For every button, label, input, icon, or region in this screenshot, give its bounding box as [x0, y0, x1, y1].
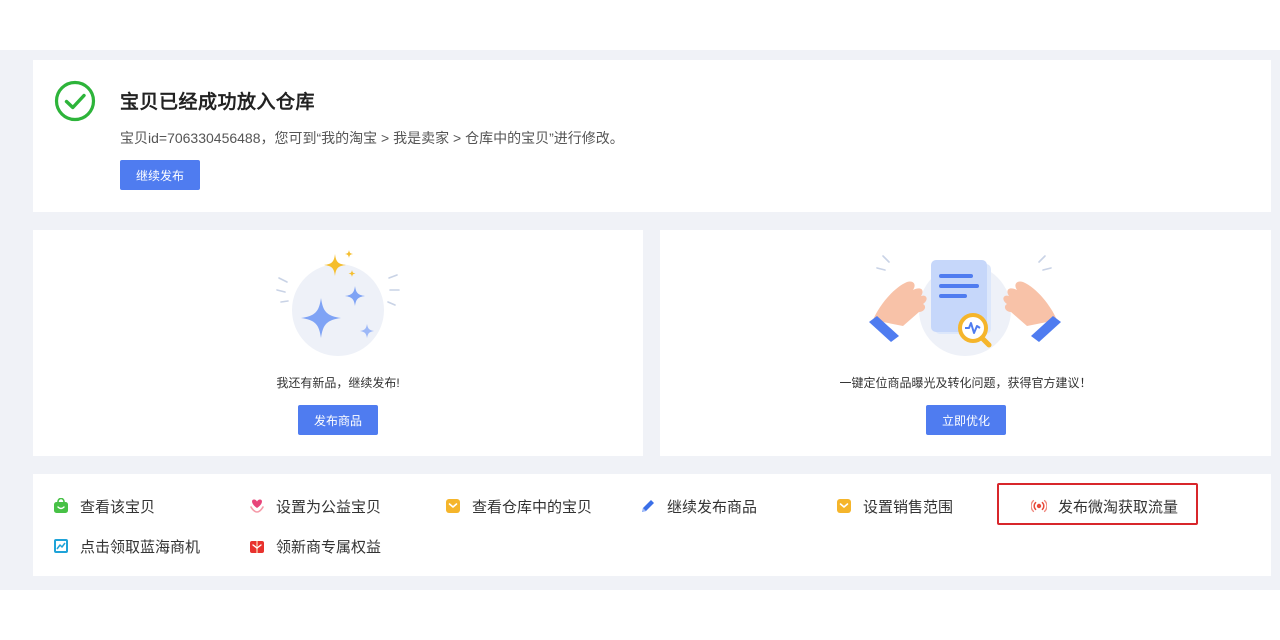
link-new-merchant-benefits[interactable]: 领新商专属权益 — [249, 535, 381, 557]
success-title: 宝贝已经成功放入仓库 — [120, 92, 316, 113]
link-warehouse-items[interactable]: 查看仓库中的宝贝 — [445, 495, 592, 517]
link-label: 查看该宝贝 — [80, 498, 156, 516]
pencil-icon — [642, 500, 654, 512]
link-blue-ocean[interactable]: 点击领取蓝海商机 — [53, 535, 200, 557]
new-product-card: 我还有新品，继续发布! 发布商品 — [33, 230, 643, 456]
optimize-now-button[interactable]: 立即优化 — [926, 405, 1006, 435]
new-product-text: 我还有新品，继续发布! — [276, 376, 400, 390]
range-icon — [837, 499, 851, 513]
link-sales-range[interactable]: 设置销售范围 — [836, 495, 953, 517]
success-card: 宝贝已经成功放入仓库 宝贝id=706330456488，您可到“我的淘宝 > … — [33, 60, 1271, 212]
success-check-icon — [54, 80, 96, 122]
continue-publish-button[interactable]: 继续发布 — [120, 160, 200, 190]
chart-icon — [54, 539, 68, 553]
document-analysis-illustration — [869, 255, 1061, 356]
link-label: 查看仓库中的宝贝 — [472, 498, 593, 516]
link-charity-item[interactable]: 设置为公益宝贝 — [249, 495, 381, 517]
optimize-card: 一键定位商品曝光及转化问题，获得官方建议！ 立即优化 — [660, 230, 1271, 456]
link-label: 设置销售范围 — [863, 498, 954, 516]
heart-hand-icon — [250, 499, 264, 513]
link-label: 领新商专属权益 — [276, 538, 382, 556]
gift-icon — [250, 541, 264, 553]
link-label: 继续发布商品 — [667, 498, 758, 516]
link-view-item[interactable]: 查看该宝贝 — [53, 495, 155, 517]
link-label: 设置为公益宝贝 — [276, 498, 382, 516]
broadcast-icon — [1031, 499, 1047, 513]
link-label: 点击领取蓝海商机 — [80, 538, 201, 556]
sparkle-stars-illustration — [276, 250, 400, 356]
box-icon — [446, 499, 460, 513]
link-label: 发布微淘获取流量 — [1058, 498, 1179, 516]
quick-links-card: 查看该宝贝 设置为公益宝贝 查看仓库中的宝贝 继续发布商品 设置销售范围 发布微… — [33, 474, 1271, 576]
optimize-text: 一键定位商品曝光及转化问题，获得官方建议！ — [839, 376, 1092, 390]
success-description: 宝贝id=706330456488，您可到“我的淘宝 > 我是卖家 > 仓库中的… — [120, 130, 624, 146]
link-continue-publish[interactable]: 继续发布商品 — [640, 495, 757, 517]
publish-product-button[interactable]: 发布商品 — [298, 405, 378, 435]
link-publish-weitao[interactable]: 发布微淘获取流量 — [1031, 495, 1178, 517]
shopping-bag-icon — [54, 498, 68, 513]
